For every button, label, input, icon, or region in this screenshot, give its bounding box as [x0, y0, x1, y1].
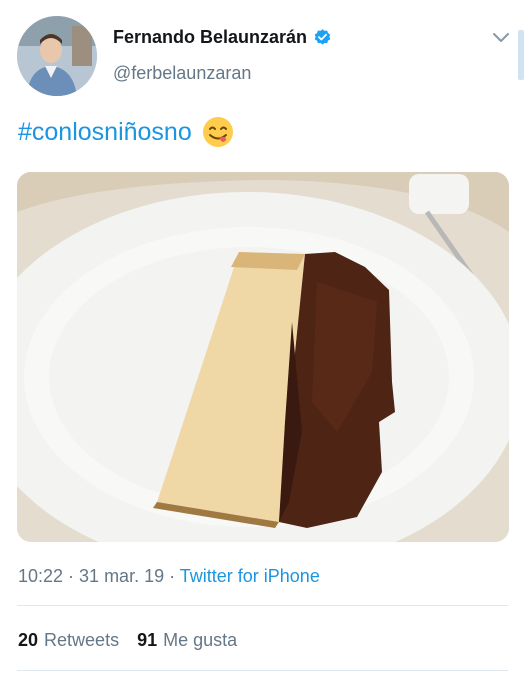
- divider: [17, 670, 508, 671]
- retweets-label: Retweets: [44, 630, 120, 650]
- author-row[interactable]: Fernando Belaunzarán: [113, 27, 332, 48]
- likes-label: Me gusta: [163, 630, 238, 650]
- tweet-text: #conlosniñosno: [18, 116, 234, 148]
- chevron-down-icon[interactable]: [491, 30, 511, 44]
- scrollbar[interactable]: [518, 30, 524, 80]
- author-handle[interactable]: @ferbelaunzaran: [113, 63, 251, 84]
- timestamp[interactable]: 10:22 · 31 mar. 19 ·: [18, 566, 180, 586]
- likes-count: 91: [137, 630, 158, 650]
- tweet-photo[interactable]: [17, 172, 509, 542]
- hashtag-link[interactable]: #conlosniñosno: [18, 118, 192, 147]
- verified-badge-icon: [314, 29, 331, 45]
- author-name[interactable]: Fernando Belaunzarán: [113, 27, 307, 48]
- avatar[interactable]: [17, 16, 97, 96]
- avatar-image: [17, 16, 97, 96]
- face-savoring-food-emoji: [202, 117, 233, 147]
- engagement-stats: 20 Retweets 91 Me gusta: [18, 630, 255, 651]
- retweets-count: 20: [18, 630, 39, 650]
- likes-stat[interactable]: 91 Me gusta: [137, 630, 237, 651]
- retweets-stat[interactable]: 20 Retweets: [18, 630, 119, 651]
- source-link[interactable]: Twitter for iPhone: [180, 566, 320, 586]
- cake-photo: [17, 172, 509, 542]
- tweet-meta: 10:22 · 31 mar. 19 · Twitter for iPhone: [18, 566, 320, 587]
- divider: [17, 605, 508, 606]
